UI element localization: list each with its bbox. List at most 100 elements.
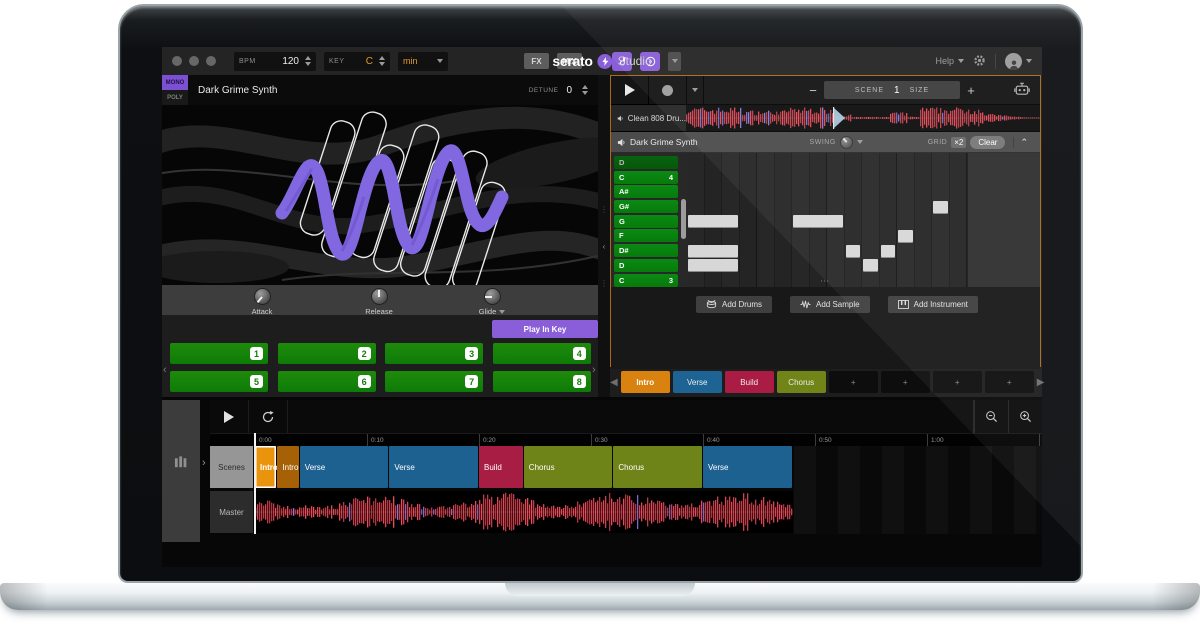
attack-knob[interactable]: Attack [227, 288, 297, 316]
collapse-panel-arrow[interactable]: ‹ [603, 242, 606, 251]
pad-5[interactable]: 5 [170, 371, 268, 392]
scene-tab-empty-5[interactable]: + [881, 371, 930, 393]
chevron-down-icon[interactable] [857, 140, 863, 144]
expand-library-arrow[interactable]: › [202, 457, 206, 469]
scene-tab-empty-4[interactable]: + [829, 371, 878, 393]
detune-stepper[interactable] [582, 85, 588, 95]
scenes-track[interactable]: IntroIntroVerseVerseBuildChorusChorusVer… [210, 446, 1042, 488]
account-menu[interactable] [1005, 53, 1032, 70]
fx-button[interactable]: FX [524, 53, 549, 69]
timeline-block-verse-2[interactable]: Verse [300, 446, 389, 488]
add-button-add-drums[interactable]: Add Drums [696, 296, 772, 313]
playhead[interactable] [254, 433, 255, 534]
piano-key-G[interactable]: G [614, 215, 678, 228]
timeline-block-verse-7[interactable]: Verse [703, 446, 792, 488]
collapse-track-chevron[interactable]: ⌃ [1013, 137, 1034, 148]
window-zoom-button[interactable] [206, 56, 216, 66]
piano-key-F[interactable]: F [614, 229, 678, 242]
pad-3[interactable]: 3 [385, 343, 483, 364]
poly-button[interactable]: POLY [162, 90, 188, 105]
pad-2[interactable]: 2 [278, 343, 376, 364]
piano-roll-scrollbar[interactable] [681, 199, 686, 239]
timeline-block-build-4[interactable]: Build [479, 446, 523, 488]
record-options-dropdown[interactable] [687, 76, 704, 104]
scene-size-increase-button[interactable]: + [960, 83, 982, 98]
timeline-block-chorus-6[interactable]: Chorus [613, 446, 702, 488]
scene-play-button[interactable] [611, 76, 649, 104]
midi-note[interactable] [793, 215, 843, 227]
speaker-icon[interactable] [617, 114, 624, 123]
timeline-block-intro-0[interactable]: Intro [255, 446, 276, 488]
scene-tab-verse[interactable]: Verse [673, 371, 722, 393]
pads-scroll-left-arrow[interactable]: ‹ [163, 365, 167, 376]
piano-key-D#[interactable]: D# [614, 244, 678, 257]
midi-note[interactable] [688, 245, 738, 257]
zoom-in-button[interactable] [1008, 400, 1042, 433]
tabs-scroll-left-arrow[interactable]: ◀ [610, 377, 618, 388]
scene-tab-chorus[interactable]: Chorus [777, 371, 826, 393]
bpm-control[interactable]: BPM 120 [234, 52, 316, 71]
window-close-button[interactable] [172, 56, 182, 66]
sample-waveform[interactable] [686, 105, 1040, 131]
pads-scroll-right-arrow[interactable]: › [592, 365, 596, 376]
midi-note[interactable] [688, 215, 738, 227]
song-play-button[interactable] [210, 400, 249, 433]
key-control[interactable]: KEY C [324, 52, 390, 71]
clear-button[interactable]: Clear [970, 136, 1005, 149]
midi-note[interactable] [688, 259, 738, 271]
swing-knob[interactable] [840, 136, 853, 149]
pad-8[interactable]: 8 [493, 371, 591, 392]
grid-multiplier-button[interactable]: ×2 [951, 137, 966, 148]
timeline-ruler[interactable]: 0:000:100:200:300:400:501:001:10 [210, 433, 1042, 447]
piano-key-A#[interactable]: A# [614, 185, 678, 198]
resize-handle-dots[interactable]: ⋯ [820, 276, 831, 287]
glide-knob[interactable]: Glide [457, 288, 527, 316]
speaker-icon[interactable] [617, 138, 626, 147]
scene-record-button[interactable] [649, 76, 687, 104]
key-stepper[interactable] [379, 56, 385, 66]
piano-key-G#[interactable]: G# [614, 200, 678, 213]
scene-tab-empty-6[interactable]: + [933, 371, 982, 393]
piano-key-C4[interactable]: C4 [614, 171, 678, 184]
add-button-add-instrument[interactable]: Add Instrument [888, 296, 978, 313]
beatmaker-button[interactable] [1014, 82, 1040, 98]
pad-1[interactable]: 1 [170, 343, 268, 364]
midi-note[interactable] [881, 245, 896, 257]
piano-roll[interactable]: D C4A# G# GF D# D C3 ⋯ [611, 153, 1040, 287]
timeline-block-chorus-5[interactable]: Chorus [524, 446, 613, 488]
help-menu[interactable]: Help [935, 56, 964, 66]
release-knob[interactable]: Release [344, 288, 414, 316]
add-button-add-sample[interactable]: Add Sample [790, 296, 870, 313]
drag-handle-icon[interactable]: ⋮ [600, 279, 608, 288]
play-in-key-button[interactable]: Play In Key [492, 320, 598, 338]
master-waveform[interactable] [255, 491, 793, 533]
midi-note[interactable] [933, 201, 948, 213]
piano-key-C3[interactable]: C3 [614, 274, 678, 287]
midi-note[interactable] [863, 259, 878, 271]
key-mode-select[interactable]: min [398, 52, 448, 71]
tabs-scroll-right-arrow[interactable]: ▶ [1037, 377, 1045, 388]
scene-tab-intro[interactable]: Intro [621, 371, 670, 393]
scene-size-decrease-button[interactable]: − [802, 83, 824, 98]
pad-7[interactable]: 7 [385, 371, 483, 392]
piano-key-D[interactable]: D [614, 259, 678, 272]
pad-6[interactable]: 6 [278, 371, 376, 392]
library-sidebar[interactable] [162, 400, 200, 542]
scene-tab-empty-7[interactable]: + [985, 371, 1034, 393]
synth-track-header[interactable]: Dark Grime Synth SWING GRID ×2 Clear ⌃ [611, 132, 1040, 153]
deck-options-dropdown[interactable] [668, 52, 681, 71]
mono-button[interactable]: MONO [162, 75, 188, 90]
loop-button[interactable] [249, 400, 288, 433]
zoom-out-button[interactable] [974, 400, 1008, 433]
midi-note[interactable] [846, 245, 861, 257]
settings-gear-button[interactable] [973, 54, 986, 69]
piano-key-D[interactable]: D [614, 156, 678, 169]
sample-track-row[interactable]: Clean 808 Dru... [611, 105, 1040, 132]
timeline-block-verse-3[interactable]: Verse [389, 446, 478, 488]
timeline-block-intro-1[interactable]: Intro [277, 446, 298, 488]
scene-tab-build[interactable]: Build [725, 371, 774, 393]
window-minimize-button[interactable] [189, 56, 199, 66]
bpm-stepper[interactable] [305, 56, 311, 66]
midi-note[interactable] [898, 230, 913, 242]
pad-4[interactable]: 4 [493, 343, 591, 364]
